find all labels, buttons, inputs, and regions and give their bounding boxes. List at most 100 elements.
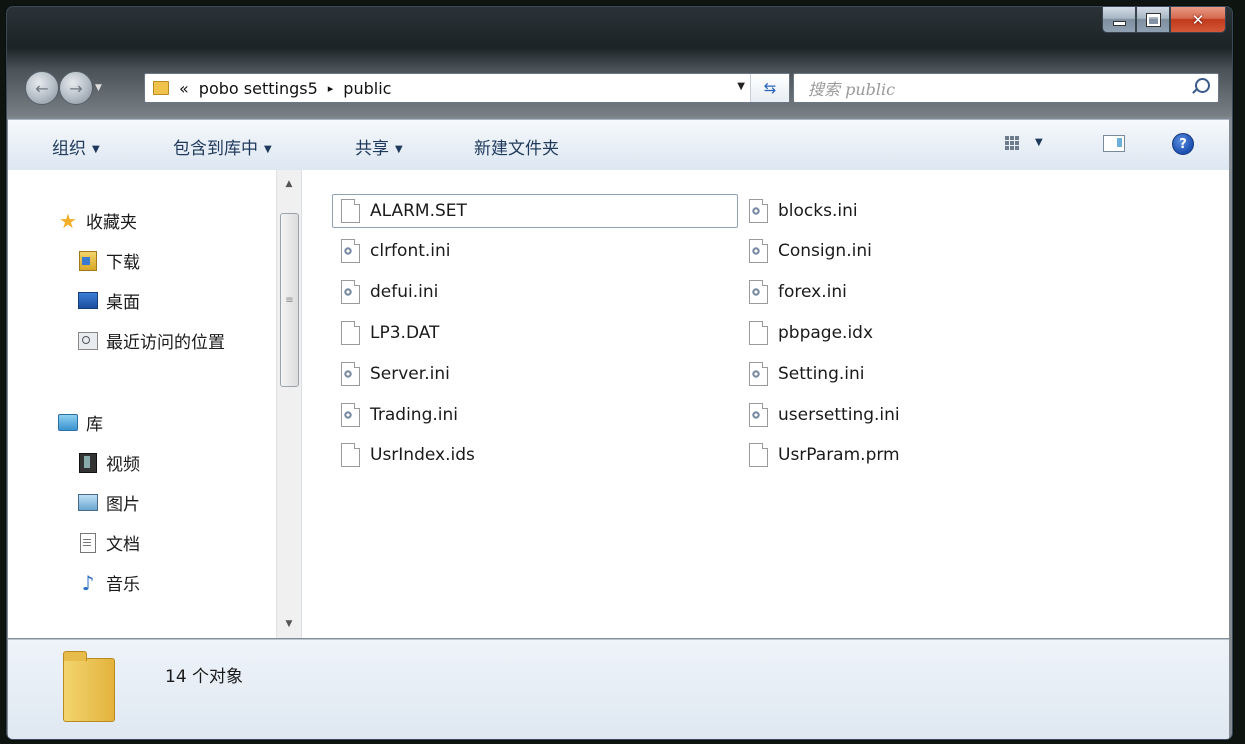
close-button[interactable]: ✕	[1170, 7, 1226, 33]
folder-icon	[63, 651, 115, 722]
refresh-icon: ⇆	[763, 79, 777, 97]
command-bar: 组织 ▼ 包含到库中 ▼ 共享 ▼ 新建文件夹 ▼ ?	[8, 119, 1229, 171]
sidebar-item-videos[interactable]: 视频	[78, 450, 140, 475]
file-name: defui.ini	[370, 282, 439, 302]
file-name: UsrIndex.ids	[370, 445, 475, 465]
file-item-alarm-set[interactable]: ALARM.SET	[332, 194, 738, 228]
sidebar-item-label: 视频	[106, 455, 140, 475]
folder-icon	[153, 81, 169, 95]
new-folder-label: 新建文件夹	[474, 139, 559, 159]
include-in-library-menu[interactable]: 包含到库中 ▼	[173, 134, 272, 159]
sidebar-item-favorites[interactable]: ★ 收藏夹	[58, 208, 137, 234]
breadcrumb-current[interactable]: public	[343, 79, 391, 98]
file-icon	[749, 443, 768, 467]
file-item-consign-ini[interactable]: Consign.ini	[741, 235, 872, 267]
refresh-button[interactable]: ⇆	[750, 74, 789, 102]
caption-buttons: ✕	[1102, 7, 1226, 33]
file-item-defui-ini[interactable]: defui.ini	[333, 276, 438, 308]
search-icon[interactable]	[1195, 78, 1210, 93]
sidebar-item-pictures[interactable]: 图片	[78, 490, 140, 515]
back-arrow-icon: ←	[35, 78, 49, 98]
navigation-bar: ← → ▼ « pobo settings5 ▸ public ▼ ⇆	[7, 65, 1232, 109]
file-item-usrindex-ids[interactable]: UsrIndex.ids	[333, 439, 475, 471]
scroll-up-icon[interactable]: ▲	[277, 174, 301, 194]
sidebar-item-label: 下载	[106, 253, 140, 273]
search-box[interactable]	[793, 73, 1219, 103]
file-item-clrfont-ini[interactable]: clrfont.ini	[333, 235, 451, 267]
sidebar-item-libraries[interactable]: 库	[58, 410, 103, 435]
help-icon: ?	[1179, 136, 1187, 152]
file-icon	[749, 321, 768, 345]
pictures-library-icon	[78, 494, 98, 512]
settings-file-icon	[749, 199, 768, 223]
file-name: Consign.ini	[778, 241, 872, 261]
sidebar-item-recent-places[interactable]: 最近访问的位置	[78, 328, 225, 353]
video-library-icon	[78, 452, 98, 473]
recent-pages-dropdown[interactable]: ▼	[95, 83, 102, 93]
sidebar-item-downloads[interactable]: 下载	[78, 248, 140, 273]
address-bar[interactable]: « pobo settings5 ▸ public ▼ ⇆	[144, 73, 790, 103]
search-input[interactable]	[806, 77, 1180, 101]
settings-file-icon	[341, 403, 360, 427]
file-item-usersetting-ini[interactable]: usersetting.ini	[741, 399, 900, 431]
file-item-setting-ini[interactable]: Setting.ini	[741, 358, 865, 390]
chevron-down-icon: ▼	[264, 144, 272, 155]
navigation-scrollbar[interactable]: ▲ ≡ ▼	[276, 170, 301, 638]
explorer-window: ✕ ← → ▼ « pobo settings5 ▸ public ▼ ⇆ 组织…	[6, 6, 1233, 740]
back-button[interactable]: ←	[25, 71, 59, 105]
maximize-icon	[1146, 13, 1160, 26]
sidebar-item-music[interactable]: ♪ 音乐	[78, 570, 140, 596]
forward-arrow-icon: →	[69, 78, 83, 98]
documents-library-icon	[78, 532, 98, 553]
view-grid-icon	[1005, 135, 1019, 150]
sidebar-item-label: 图片	[106, 495, 140, 515]
file-name: blocks.ini	[778, 201, 858, 221]
maximize-button[interactable]	[1136, 7, 1170, 33]
file-name: Setting.ini	[778, 364, 865, 384]
chevron-down-icon: ▼	[395, 144, 403, 155]
address-history-dropdown[interactable]: ▼	[737, 81, 745, 92]
chevron-down-icon[interactable]: ▼	[1035, 137, 1043, 148]
sidebar-item-label: 库	[86, 415, 103, 435]
breadcrumb-parent[interactable]: pobo settings5	[199, 79, 318, 98]
file-item-forex-ini[interactable]: forex.ini	[741, 276, 847, 308]
recent-places-icon	[78, 331, 98, 350]
breadcrumb-overflow[interactable]: «	[179, 79, 189, 98]
file-item-trading-ini[interactable]: Trading.ini	[333, 399, 458, 431]
file-item-blocks-ini[interactable]: blocks.ini	[741, 195, 858, 227]
settings-file-icon	[341, 280, 360, 304]
downloads-folder-icon	[78, 250, 98, 271]
breadcrumb-separator-icon[interactable]: ▸	[328, 82, 334, 95]
new-folder-button[interactable]: 新建文件夹	[474, 134, 559, 159]
settings-file-icon	[341, 362, 360, 386]
share-menu[interactable]: 共享 ▼	[355, 134, 403, 159]
file-name: usersetting.ini	[778, 405, 900, 425]
settings-file-icon	[749, 403, 768, 427]
preview-pane-button[interactable]	[1103, 135, 1125, 152]
sidebar-item-label: 最近访问的位置	[106, 333, 225, 353]
file-item-usrparam-prm[interactable]: UsrParam.prm	[741, 439, 900, 471]
file-icon	[341, 443, 360, 467]
sidebar-item-documents[interactable]: 文档	[78, 530, 140, 555]
file-name: Trading.ini	[370, 405, 458, 425]
file-icon	[341, 199, 360, 223]
organize-menu[interactable]: 组织 ▼	[52, 134, 100, 159]
file-item-lp3-dat[interactable]: LP3.DAT	[333, 317, 439, 349]
share-label: 共享	[355, 139, 389, 159]
scroll-thumb[interactable]: ≡	[280, 213, 299, 387]
sidebar-item-desktop[interactable]: 桌面	[78, 288, 140, 313]
chevron-down-icon: ▼	[92, 144, 100, 155]
help-button[interactable]: ?	[1172, 133, 1194, 155]
file-item-server-ini[interactable]: Server.ini	[333, 358, 450, 390]
navigation-pane: ★ 收藏夹 下载 桌面 最近访问的位置 库 视频 图片 文档 ♪ 音乐 ▲ ≡ …	[8, 170, 302, 638]
sidebar-item-label: 收藏夹	[86, 213, 137, 233]
settings-file-icon	[749, 362, 768, 386]
file-name: Server.ini	[370, 364, 450, 384]
minimize-button[interactable]	[1102, 7, 1136, 33]
change-view-button[interactable]: ▼	[1005, 132, 1043, 151]
file-item-pbpage-idx[interactable]: pbpage.idx	[741, 317, 873, 349]
scroll-down-icon[interactable]: ▼	[277, 614, 301, 634]
forward-button[interactable]: →	[59, 71, 93, 105]
file-icon	[341, 321, 360, 345]
music-library-icon: ♪	[81, 570, 95, 595]
